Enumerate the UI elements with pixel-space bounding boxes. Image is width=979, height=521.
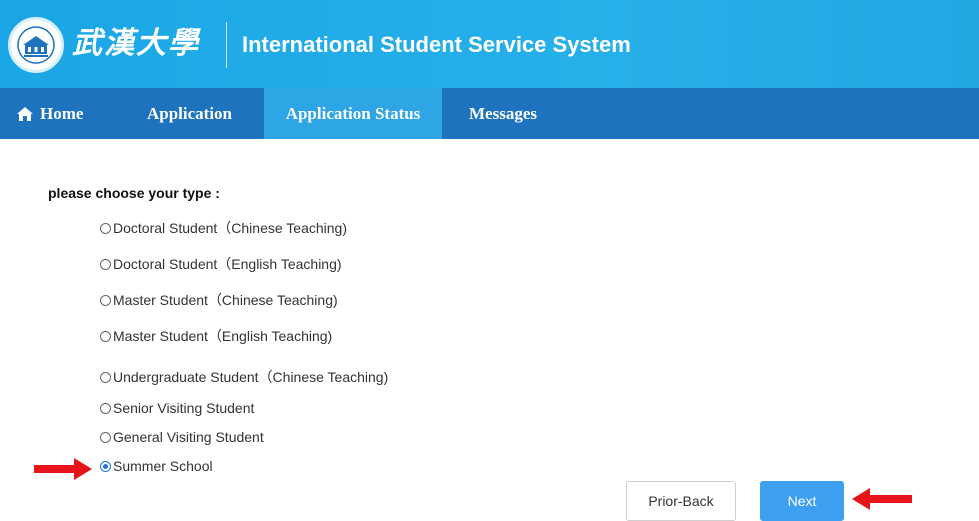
nav-item-application-status[interactable]: Application Status <box>264 88 442 139</box>
radio-button[interactable] <box>100 371 111 383</box>
option-label: General Visiting Student <box>113 429 264 445</box>
option-master-chinese[interactable]: Master Student（Chinese Teaching) <box>100 290 338 310</box>
radio-button[interactable] <box>100 294 111 306</box>
annotation-arrow-left-icon <box>852 488 912 510</box>
radio-button-selected[interactable] <box>100 460 111 472</box>
nav-item-home[interactable]: Home <box>16 88 83 139</box>
prior-back-button[interactable]: Prior-Back <box>626 481 736 521</box>
next-button[interactable]: Next <box>760 481 844 521</box>
option-master-english[interactable]: Master Student（English Teaching) <box>100 326 332 346</box>
option-doctoral-english[interactable]: Doctoral Student（English Teaching) <box>100 254 342 274</box>
nav-item-label: Home <box>40 104 84 123</box>
option-label: Master Student（Chinese Teaching) <box>113 292 338 308</box>
site-header: 武漢大學 International Student Service Syste… <box>0 0 979 88</box>
university-logo-text: 武漢大學 <box>72 26 200 61</box>
main-nav: Home Application Application Status Mess… <box>0 88 979 139</box>
option-label: Senior Visiting Student <box>113 400 255 416</box>
radio-button[interactable] <box>100 330 111 342</box>
nav-item-messages[interactable]: Messages <box>469 88 537 139</box>
radio-button[interactable] <box>100 431 111 443</box>
home-icon <box>17 106 33 121</box>
option-label: Doctoral Student（English Teaching) <box>113 256 342 272</box>
system-title: International Student Service System <box>242 32 631 57</box>
option-label: Doctoral Student（Chinese Teaching) <box>113 220 347 236</box>
nav-item-application[interactable]: Application <box>147 88 232 139</box>
type-prompt: please choose your type : <box>48 185 220 201</box>
option-general-visiting[interactable]: General Visiting Student <box>100 429 264 445</box>
option-senior-visiting[interactable]: Senior Visiting Student <box>100 400 254 416</box>
radio-button[interactable] <box>100 402 111 414</box>
option-label: Summer School <box>113 458 213 474</box>
option-undergraduate-chinese[interactable]: Undergraduate Student（Chinese Teaching) <box>100 367 388 387</box>
option-label: Master Student（English Teaching) <box>113 328 333 344</box>
annotation-arrow-right-icon <box>34 458 92 480</box>
university-emblem-icon <box>8 17 64 73</box>
radio-button[interactable] <box>100 222 111 234</box>
header-divider <box>226 22 227 68</box>
option-summer-school[interactable]: Summer School <box>100 458 213 474</box>
option-doctoral-chinese[interactable]: Doctoral Student（Chinese Teaching) <box>100 218 347 238</box>
option-label: Undergraduate Student（Chinese Teaching) <box>113 369 389 385</box>
radio-button[interactable] <box>100 258 111 270</box>
